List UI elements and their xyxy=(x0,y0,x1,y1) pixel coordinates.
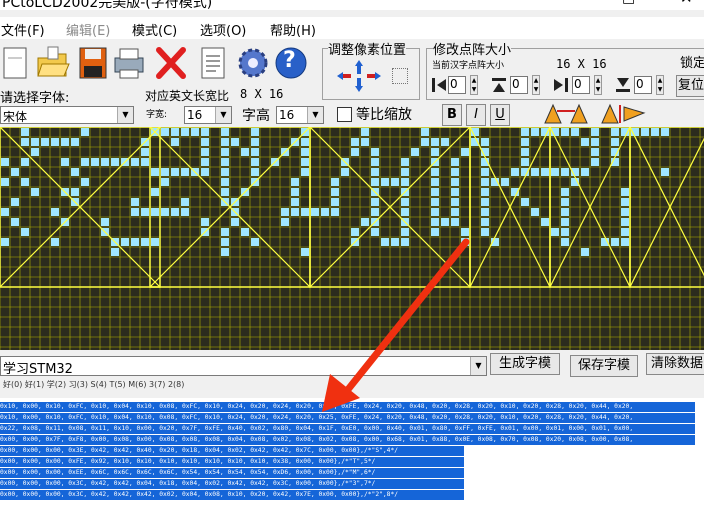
height-select-value: 16 xyxy=(279,108,295,122)
shrink-left-icon[interactable] xyxy=(430,76,448,94)
menu-bar: 文件(F) 编辑(E) 模式(C) 选项(O) 帮助(H) xyxy=(0,17,704,39)
output-line: 0x00, 0x00, 0x00, 0x3C, 0x42, 0x42, 0x42… xyxy=(0,490,464,500)
right-spin-input[interactable]: 0 xyxy=(572,76,590,94)
move-arrows-icon[interactable] xyxy=(334,58,384,94)
width-select-value: 16 xyxy=(187,108,203,122)
shrink-bottom-icon[interactable] xyxy=(614,76,632,94)
font-select-value: 宋体 xyxy=(3,110,28,124)
bottom-spin-input[interactable]: 0 xyxy=(634,76,652,94)
height-select[interactable]: 16 ▼ xyxy=(276,106,324,124)
underline-button[interactable]: U xyxy=(490,104,510,126)
generate-button[interactable]: 生成字模 xyxy=(490,353,560,375)
ratio-label: 对应英文长宽比 xyxy=(145,89,230,103)
width-select[interactable]: 16 ▼ xyxy=(184,106,232,124)
menu-options[interactable]: 选项(O) xyxy=(200,20,246,39)
text-input[interactable]: 学习STM32 ▼ xyxy=(0,356,487,377)
output-line: 0x10, 0x00, 0x10, 0xFC, 0x10, 0x04, 0x10… xyxy=(0,402,695,412)
save-button[interactable]: 保存字模 xyxy=(570,355,638,377)
save-disk-icon[interactable] xyxy=(76,44,110,82)
bottom-spinner[interactable]: ▲ ▼ xyxy=(656,75,664,95)
font-select[interactable]: 宋体 ▼ xyxy=(0,106,134,124)
printer-icon[interactable] xyxy=(112,44,146,82)
flip-icon[interactable] xyxy=(600,103,646,125)
menu-help[interactable]: 帮助(H) xyxy=(270,20,316,39)
top-spinner[interactable]: ▲ ▼ xyxy=(532,75,540,95)
chevron-down-icon[interactable]: ▼ xyxy=(470,357,486,375)
dot-matrix-canvas[interactable] xyxy=(0,127,704,350)
restore-button[interactable]: 复位 xyxy=(676,75,704,97)
choose-font-label: 请选择字体: xyxy=(0,91,70,106)
chevron-down-icon[interactable]: ▼ xyxy=(117,107,133,123)
title-bar: PCtoLCD2002完美版-(字符模式) □ ✕ xyxy=(0,0,704,11)
open-folder-icon[interactable] xyxy=(36,44,70,82)
toolbar: ? 调整像素位置 修改点阵大小 当前汉字点阵大小 16 X 16 锁定 0 ▲ ▼… xyxy=(0,39,704,102)
menu-mode[interactable]: 模式(C) xyxy=(132,20,177,39)
char-index-row: 好(0) 好(1) 学(2) 习(3) S(4) T(5) M(6) 3(7) … xyxy=(3,380,185,389)
italic-button[interactable]: I xyxy=(466,104,486,126)
lock-label: 锁定 xyxy=(680,56,704,71)
settings-gear-icon[interactable] xyxy=(236,44,270,82)
output-line: 0x00, 0x00, 0x00, 0xEE, 0x6C, 0x6C, 0x6C… xyxy=(0,468,464,478)
pixel-center-icon[interactable] xyxy=(392,68,408,84)
proportional-label: 等比缩放 xyxy=(356,107,412,123)
left-spin-input[interactable]: 0 xyxy=(448,76,466,94)
output-line: 0x10, 0x00, 0x10, 0xFC, 0x10, 0x04, 0x10… xyxy=(0,413,695,423)
text-input-value: 学习STM32 xyxy=(3,362,73,377)
window-title: PCtoLCD2002完美版-(字符模式) xyxy=(2,0,213,11)
notepad-icon[interactable] xyxy=(196,44,230,82)
maximize-icon[interactable]: □ xyxy=(622,0,635,6)
output-line: 0x00, 0x00, 0x00, 0x3E, 0x42, 0x42, 0x40… xyxy=(0,446,464,456)
chevron-down-icon[interactable]: ▼ xyxy=(215,107,231,123)
width-label: 字宽: xyxy=(146,110,168,120)
shrink-top-icon[interactable] xyxy=(490,76,508,94)
mirror-rotate-icon[interactable] xyxy=(543,103,589,125)
current-size-value: 16 X 16 xyxy=(556,57,607,71)
output-line: 0x00, 0x00, 0x00, 0x3C, 0x42, 0x42, 0x04… xyxy=(0,479,464,489)
ratio-value: 8 X 16 xyxy=(240,87,284,101)
output-line: 0x22, 0x08, 0x11, 0x08, 0x11, 0x10, 0x00… xyxy=(0,424,695,434)
output-line: 0x00, 0x00, 0x7F, 0xF8, 0x00, 0x08, 0x00… xyxy=(0,435,695,445)
shrink-right-icon[interactable] xyxy=(552,76,570,94)
close-icon[interactable]: ✕ xyxy=(680,0,693,7)
help-glyph: ? xyxy=(283,48,296,73)
menu-edit[interactable]: 编辑(E) xyxy=(66,20,110,39)
bold-button[interactable]: B xyxy=(442,104,462,126)
menu-file[interactable]: 文件(F) xyxy=(1,20,45,39)
height-label: 字高 xyxy=(242,108,270,124)
top-spin-input[interactable]: 0 xyxy=(510,76,528,94)
left-spinner[interactable]: ▲ ▼ xyxy=(470,75,478,95)
clear-button[interactable]: 清除数据 xyxy=(646,353,704,375)
help-question-icon[interactable]: ? xyxy=(274,44,308,82)
chevron-down-icon[interactable]: ▼ xyxy=(307,107,323,123)
current-size-label: 当前汉字点阵大小 xyxy=(432,61,505,71)
dot-size-title: 修改点阵大小 xyxy=(433,39,512,58)
output-text-area[interactable]: 0x10, 0x00, 0x10, 0xFC, 0x10, 0x04, 0x10… xyxy=(0,398,704,511)
right-spinner[interactable]: ▲ ▼ xyxy=(594,75,602,95)
new-file-icon[interactable] xyxy=(0,44,34,82)
delete-x-icon[interactable] xyxy=(154,44,188,82)
output-line: 0x00, 0x00, 0x00, 0xFE, 0x92, 0x10, 0x10… xyxy=(0,457,464,467)
proportional-checkbox[interactable] xyxy=(337,107,352,122)
pixel-adjust-title: 调整像素位置 xyxy=(328,39,407,58)
